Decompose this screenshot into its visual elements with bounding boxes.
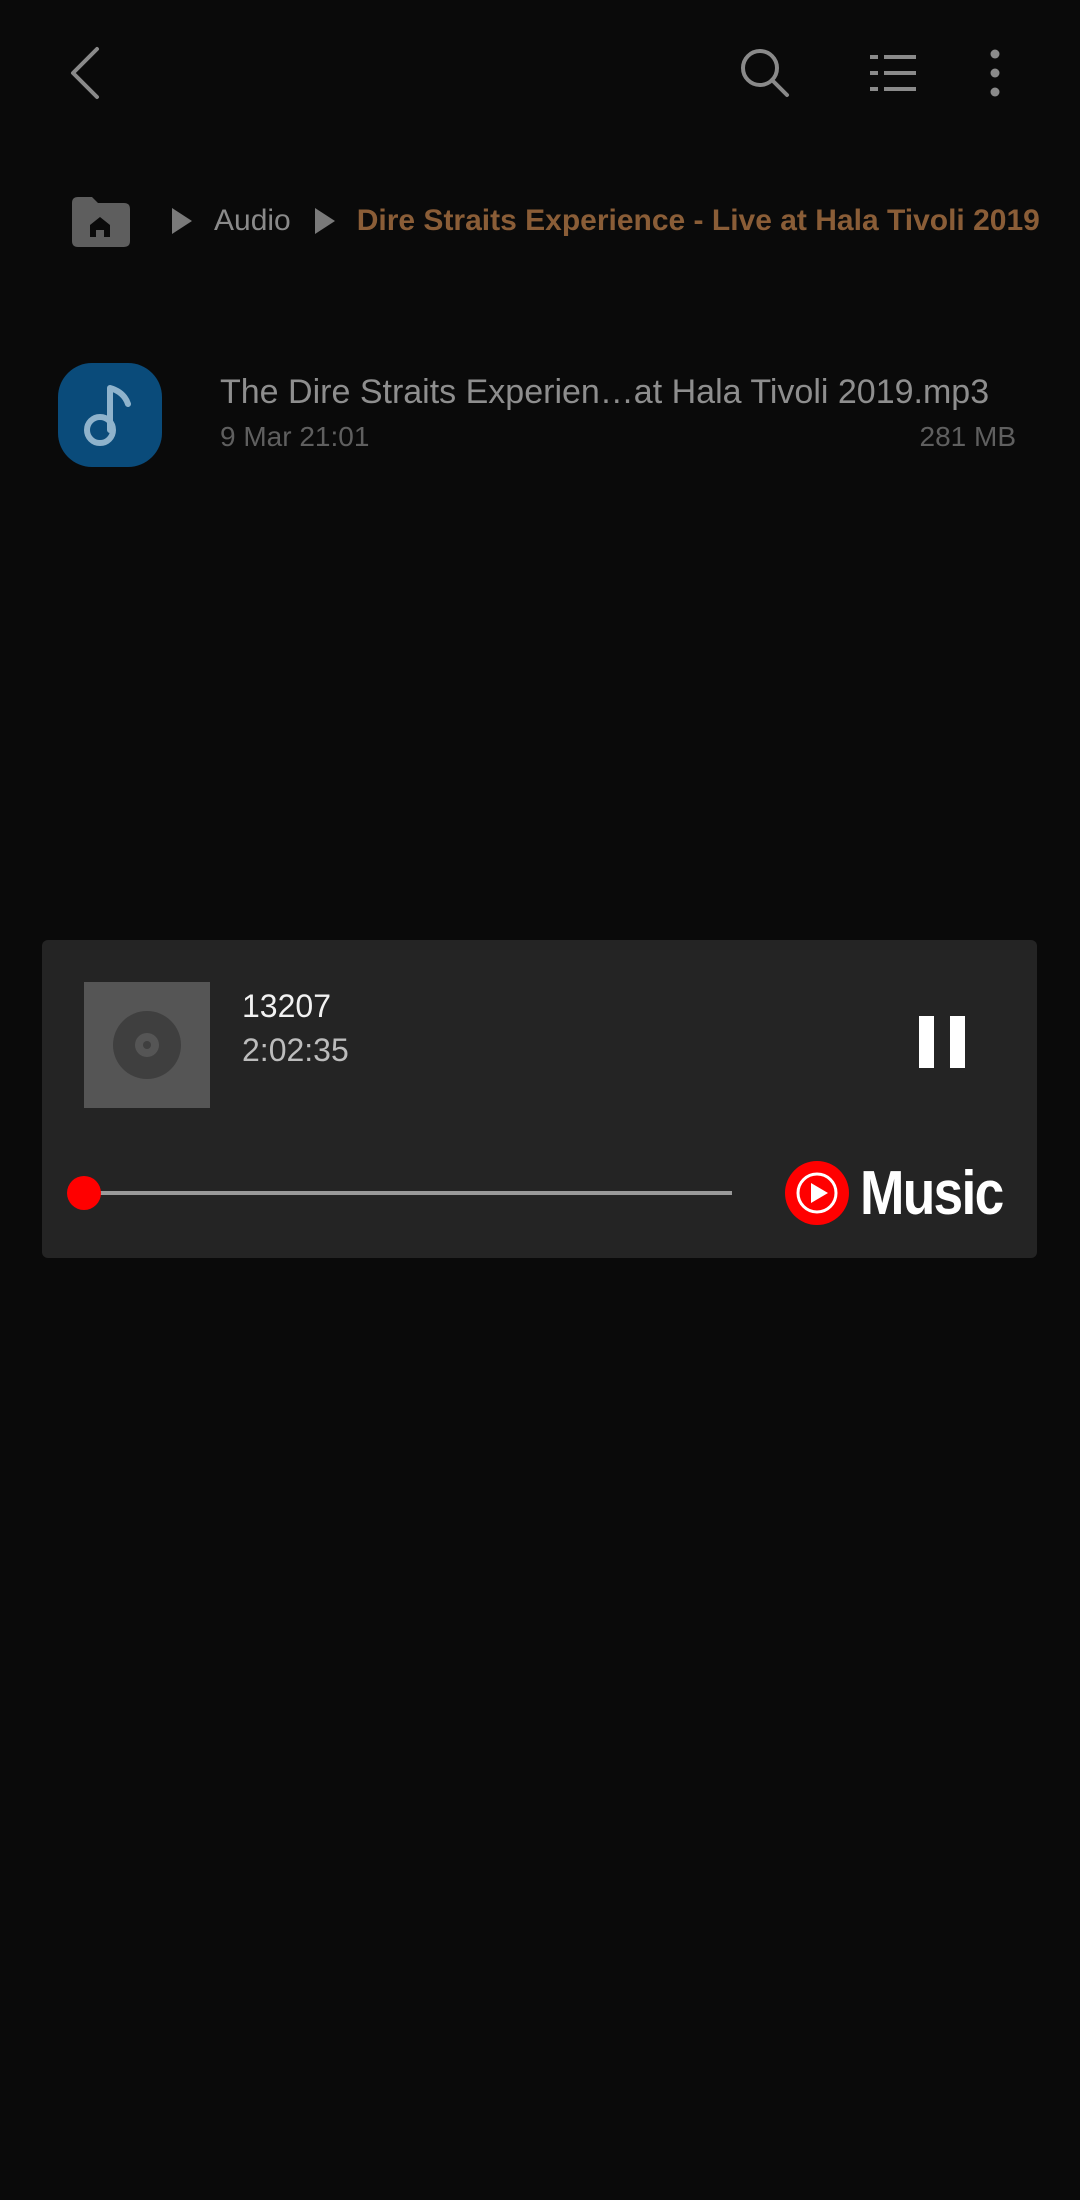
seek-bar[interactable] <box>62 1175 752 1211</box>
search-button[interactable] <box>720 28 810 118</box>
album-art <box>84 982 210 1108</box>
triangle-right-icon <box>172 208 192 234</box>
seek-bar-track <box>84 1191 732 1195</box>
track-duration: 2:02:35 <box>242 1032 349 1068</box>
more-vertical-icon <box>990 49 1000 97</box>
pause-button[interactable] <box>902 1002 982 1082</box>
file-size: 281 MB <box>919 421 1017 452</box>
file-manager-screen: Audio Dire Straits Experience - Live at … <box>0 0 1080 2200</box>
breadcrumb: Audio Dire Straits Experience - Live at … <box>68 188 1040 254</box>
pause-icon <box>919 1016 965 1068</box>
breadcrumb-item-audio[interactable]: Audio <box>214 204 291 238</box>
youtube-music-logo[interactable]: Music <box>784 1148 1026 1238</box>
breadcrumb-separator <box>313 206 337 236</box>
list-view-button[interactable] <box>848 28 938 118</box>
back-button[interactable] <box>40 28 130 118</box>
app-bar <box>0 0 1080 150</box>
breadcrumb-separator <box>170 206 194 236</box>
youtube-music-logo-text: Music <box>860 1158 1004 1228</box>
seek-bar-thumb[interactable] <box>67 1176 101 1210</box>
more-options-button[interactable] <box>950 28 1040 118</box>
breadcrumb-home[interactable] <box>68 193 132 249</box>
list-item[interactable]: The Dire Straits Experien…at Hala Tivoli… <box>0 355 1080 480</box>
search-icon <box>741 49 789 97</box>
audio-file-icon-tile <box>58 363 162 467</box>
home-folder-icon <box>72 197 130 247</box>
file-name: The Dire Straits Experien…at Hala Tivoli… <box>220 373 990 411</box>
triangle-right-icon <box>314 208 335 234</box>
vinyl-disc-icon <box>113 1011 181 1079</box>
music-note-icon <box>84 385 131 446</box>
track-title: 13207 <box>242 988 331 1024</box>
file-date: 9 Mar 21:01 <box>220 421 370 452</box>
breadcrumb-current-folder: Dire Straits Experience - Live at Hala T… <box>356 204 1040 237</box>
mini-player[interactable]: 13207 2:02:35 Music <box>42 940 1037 1258</box>
chevron-left-icon <box>71 47 99 99</box>
list-view-icon <box>870 55 916 91</box>
youtube-music-icon <box>785 1161 849 1225</box>
